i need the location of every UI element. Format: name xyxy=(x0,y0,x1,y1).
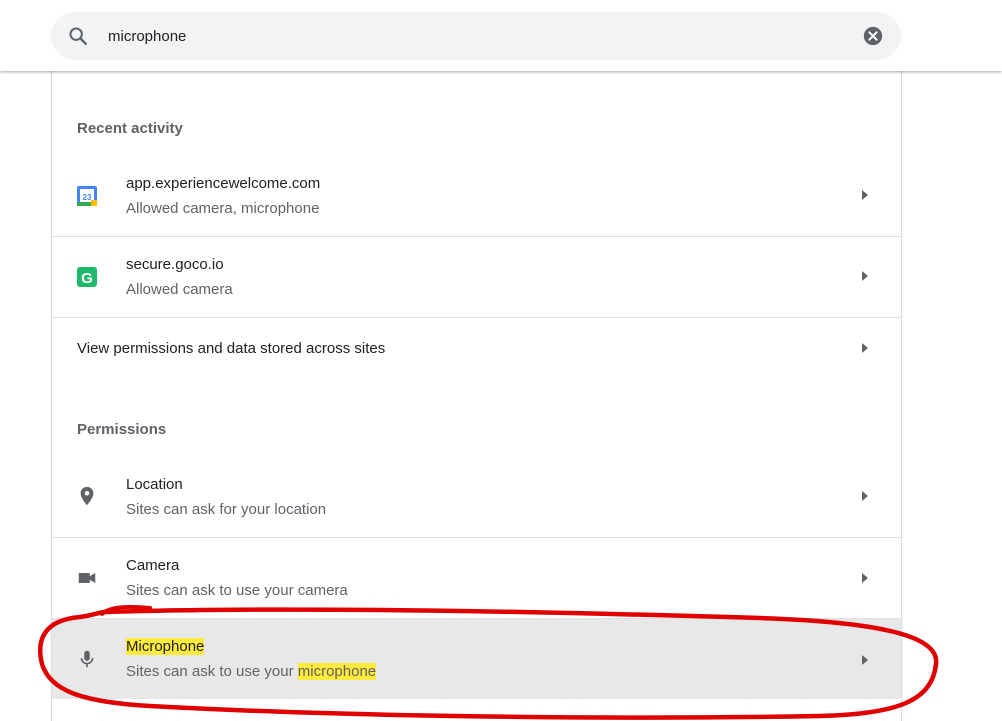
location-pin-icon xyxy=(80,486,94,506)
videocam-icon xyxy=(78,572,96,584)
permission-location-row[interactable]: Location Sites can ask for your location xyxy=(52,456,901,537)
svg-text:G: G xyxy=(81,270,93,287)
search-match-highlight: Microphone xyxy=(126,638,205,655)
privacy-settings-card: Recent activity 23 app.experiencewelcome… xyxy=(51,71,902,721)
permission-microphone-row[interactable]: Microphone Sites can ask to use your mic… xyxy=(52,618,901,699)
permission-title: Microphone xyxy=(126,638,205,655)
permission-description: Sites can ask to use your camera xyxy=(126,582,348,599)
goco-g-icon: G xyxy=(77,267,97,287)
recent-site-row[interactable]: G secure.goco.io Allowed camera xyxy=(52,236,901,317)
chevron-right-icon xyxy=(862,655,868,665)
permission-description: Sites can ask for your location xyxy=(126,501,327,518)
search-input[interactable] xyxy=(108,22,848,50)
recent-site-row[interactable]: 23 app.experiencewelcome.com Allowed cam… xyxy=(52,155,901,236)
chevron-right-icon xyxy=(862,573,868,583)
search-match-highlight: microphone xyxy=(297,663,377,680)
view-permissions-link[interactable]: View permissions and data stored across … xyxy=(52,317,901,377)
site-name: secure.goco.io xyxy=(126,256,224,273)
description-text: Sites can ask to use your xyxy=(126,663,298,680)
google-calendar-icon: 23 xyxy=(77,186,97,206)
clear-search-icon[interactable] xyxy=(862,25,884,47)
permission-title: Camera xyxy=(126,557,180,574)
site-permission-summary: Allowed camera, microphone xyxy=(126,200,320,217)
permission-camera-row[interactable]: Camera Sites can ask to use your camera xyxy=(52,537,901,618)
permission-description: Sites can ask to use your microphone xyxy=(126,663,377,680)
chevron-right-icon xyxy=(862,491,868,501)
permission-title: Location xyxy=(126,476,183,493)
view-permissions-label: View permissions and data stored across … xyxy=(77,340,386,357)
top-toolbar xyxy=(0,0,1002,71)
search-bar[interactable] xyxy=(51,12,901,60)
recent-activity-heading: Recent activity xyxy=(77,120,183,137)
mic-icon xyxy=(80,650,94,668)
site-name: app.experiencewelcome.com xyxy=(126,175,321,192)
site-permission-summary: Allowed camera xyxy=(126,281,233,298)
svg-text:23: 23 xyxy=(83,193,92,202)
search-icon xyxy=(69,27,87,45)
permissions-heading: Permissions xyxy=(77,421,167,438)
chevron-right-icon xyxy=(862,190,868,200)
chevron-right-icon xyxy=(862,343,868,353)
chevron-right-icon xyxy=(862,271,868,281)
